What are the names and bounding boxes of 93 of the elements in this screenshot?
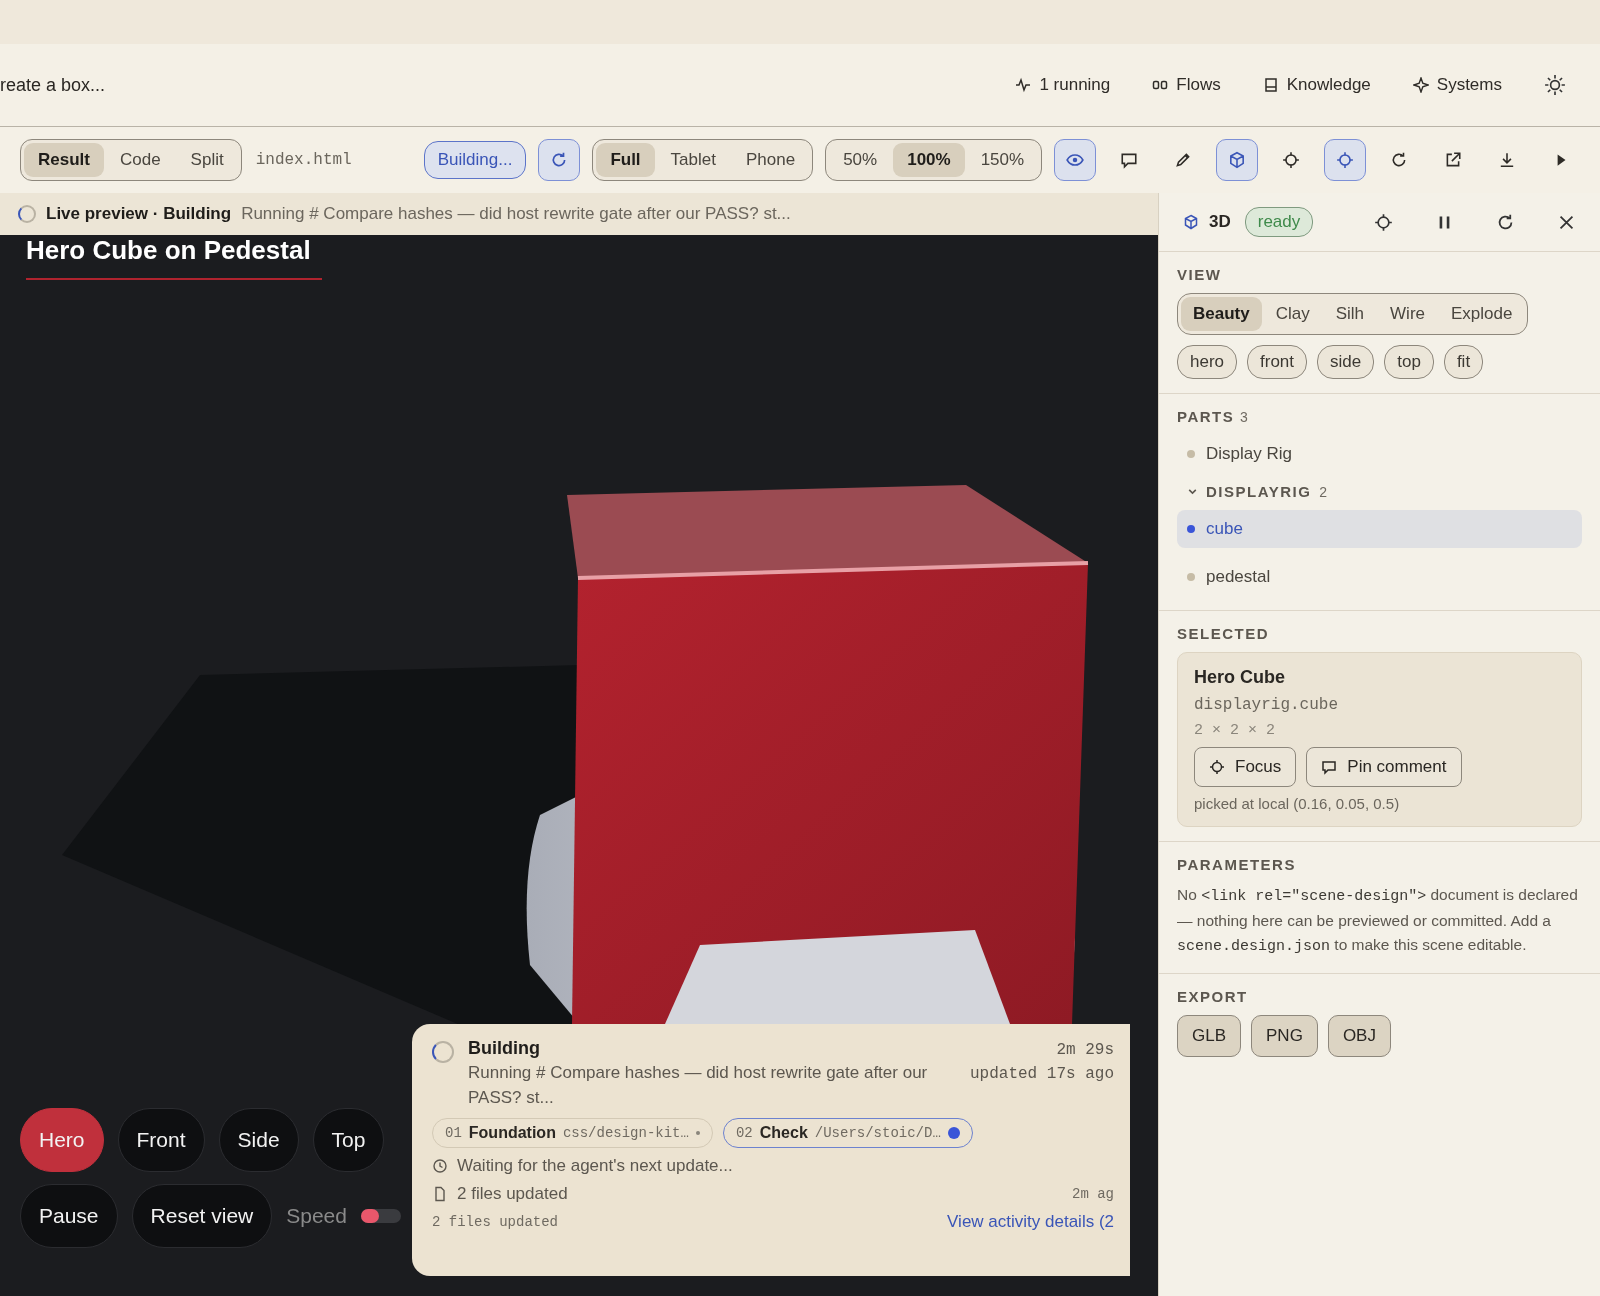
cube-icon [1228,151,1247,169]
file-icon [432,1186,448,1203]
activity-title: Building [468,1038,541,1059]
file-name: index.html [255,151,352,169]
nav-link[interactable]: Systems [1412,75,1502,95]
export-button[interactable]: OBJ [1327,1015,1391,1057]
camera-preset-button[interactable]: front [1247,345,1308,379]
pin-comment-button[interactable]: Pin comment [1306,747,1462,787]
focus-button[interactable]: Focus [1194,747,1297,787]
comment-icon [1120,151,1139,169]
book-icon [1262,77,1279,93]
files-time: 2m ag [1072,1186,1114,1203]
files-summary: 2 files updated [432,1214,559,1231]
external-link-icon [1444,151,1463,169]
build-status-button[interactable]: Building... [423,141,527,179]
updated-time: updated 17s ago [969,1064,1114,1085]
activity-description: Running # Compare hashes — did host rewrite gate after our PASS? st... [468,1062,929,1109]
spinner-icon [18,205,36,223]
prompt-text: reate a box... [0,74,106,96]
camera-preset-button[interactable]: top [1384,345,1434,379]
render-mode-tab[interactable]: Clay [1263,297,1322,331]
section-label: SELECTED [1177,625,1270,642]
nav-link[interactable]: 1 running [1015,75,1111,95]
viewport-action-button[interactable]: Pause [20,1184,118,1248]
section-label: PARAMETERS [1177,856,1297,873]
device-tab[interactable]: Full [596,143,655,177]
camera-preset-button[interactable]: side [1317,345,1375,379]
pencil-icon [1174,151,1193,169]
view-mode-tab[interactable]: Code [105,143,175,177]
export-button[interactable]: GLB [1177,1015,1242,1057]
activity-details-link[interactable]: View activity details (2 [947,1212,1114,1233]
crosshair-icon[interactable] [1374,212,1393,232]
comment-icon [1321,759,1338,775]
camera-button[interactable]: Hero [20,1108,104,1172]
group-count: 2 [1319,483,1329,500]
camera-preset-button[interactable]: fit [1443,345,1484,379]
pulse-icon [1015,77,1032,93]
camera-button[interactable]: Top [312,1108,385,1172]
selection-path: displayrig.cube [1194,696,1340,714]
scene-title: Hero Cube on Pedestal [26,235,322,280]
nav-link[interactable]: Flows [1152,75,1221,95]
cube-icon [1183,214,1199,230]
cube-icon-button[interactable] [1216,139,1259,181]
picked-coordinates: picked at local (0.16, 0.05, 0.5) [1194,795,1401,812]
speed-slider[interactable] [361,1209,401,1223]
refresh-icon[interactable] [1496,212,1515,232]
device-tab[interactable]: Tablet [656,143,730,177]
camera-preset-button[interactable]: hero [1177,345,1238,379]
render-mode-tab[interactable]: Explode [1439,297,1525,331]
clock-icon [432,1158,448,1175]
speed-label: Speed [286,1204,347,1228]
sparkle-icon [1412,77,1429,93]
crosshair-icon [1282,151,1301,169]
waiting-message: Waiting for the agent's next update... [457,1156,733,1177]
sun-icon[interactable] [1544,74,1566,96]
zoom-tab[interactable]: 100% [893,143,965,177]
panel-title: 3D [1209,212,1231,232]
render-mode-tab[interactable]: Silh [1323,297,1377,331]
status-badge: ready [1244,207,1314,237]
eye-icon-button[interactable] [1054,139,1097,181]
banner-title: Live preview · Building [46,204,232,224]
selection-size: 2 × 2 × 2 [1194,722,1276,739]
parameters-message: No <link rel="scene-design"> document is declared — nothing here can be previewed or committed. Add a scene.design.json to make this scene editable. [1177,885,1579,957]
elapsed-time: 2m 29s [1055,1040,1114,1061]
selection-name: Hero Cube [1194,667,1286,688]
view-mode-tab[interactable]: Split [176,143,238,177]
banner-message: Running # Compare hashes — did host rewrite gate after our PASS? st... [241,204,791,224]
render-mode-tab[interactable]: Wire [1378,297,1437,331]
camera-button[interactable]: Front [117,1108,205,1172]
crosshair-icon-button[interactable] [1324,139,1367,181]
refresh-icon-button[interactable] [538,139,581,181]
zoom-tab[interactable]: 150% [966,143,1039,177]
camera-button[interactable]: Side [218,1108,299,1172]
files-updated-text: 2 files updated [457,1184,568,1205]
part-item[interactable]: cube [1177,510,1582,548]
device-tab[interactable]: Phone [731,143,810,177]
view-mode-tab[interactable]: Result [24,143,104,177]
viewport-action-button[interactable]: Reset view [131,1184,273,1248]
export-button[interactable]: PNG [1251,1015,1318,1057]
render-mode-tab[interactable]: Beauty [1181,297,1262,331]
nav-link[interactable]: Knowledge [1262,75,1371,95]
crosshair-icon [1209,759,1225,775]
section-label: PARTS [1177,408,1235,425]
section-label: EXPORT [1177,988,1249,1005]
group-label: DISPLAYRIG [1206,483,1312,500]
section-label: VIEW [1177,266,1223,283]
eye-icon [1066,151,1085,169]
spinner-icon [432,1041,454,1063]
crosshair-icon [1336,151,1355,169]
part-item[interactable]: pedestal [1177,558,1582,596]
part-item[interactable]: Display Rig [1177,435,1582,473]
zoom-tab[interactable]: 50% [829,143,892,177]
parts-count: 3 [1239,409,1250,425]
